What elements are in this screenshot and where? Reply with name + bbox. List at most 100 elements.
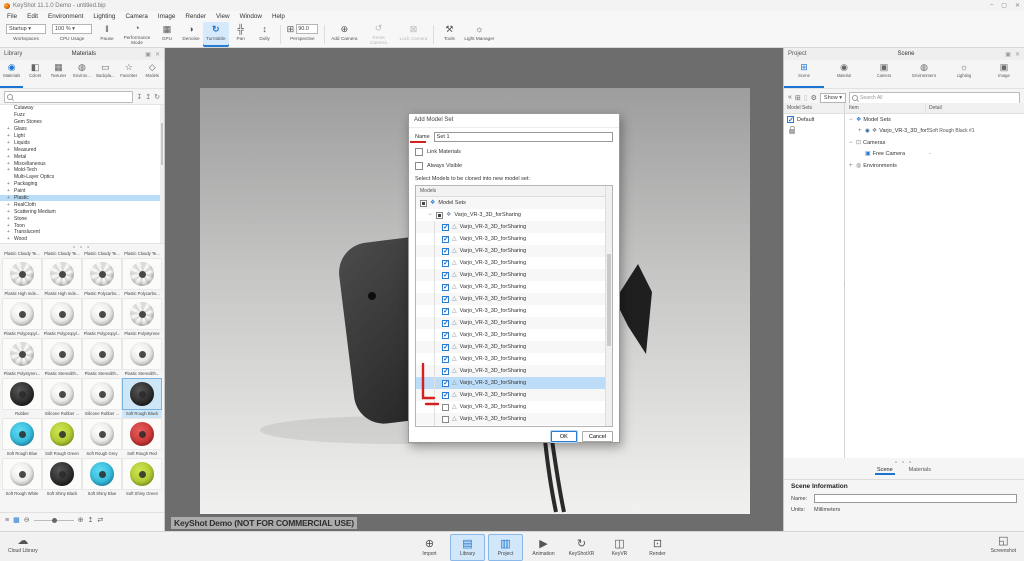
dialog-model-row[interactable]: △Varjo_VR-3_3D_forSharing (416, 305, 612, 317)
project-tab-image[interactable]: ▣Image (984, 62, 1024, 88)
library-tab-colors[interactable]: ◧Colors (23, 62, 46, 88)
expand-icon[interactable]: + (6, 181, 11, 187)
cancel-button[interactable]: Cancel (582, 431, 613, 442)
settings-gear-icon[interactable]: ⚙ (811, 94, 817, 102)
material-thumb-plastic-high-inde[interactable] (42, 258, 82, 290)
set-name-input[interactable] (434, 132, 613, 142)
checkbox[interactable] (787, 116, 794, 123)
add-model-set-icon[interactable]: ⊞ (795, 94, 801, 102)
scene-name-input[interactable] (814, 494, 1017, 503)
material-thumb-soft-rough-black[interactable] (122, 378, 162, 410)
cpu-usage-dropdown[interactable]: 100 % ▾ (52, 24, 92, 34)
checkbox[interactable] (442, 260, 449, 267)
library-category-cutaway[interactable]: Cutaway (0, 105, 164, 112)
expand-icon[interactable]: + (6, 202, 11, 208)
bottombar-keyvr[interactable]: ◫KeyVR (602, 534, 637, 561)
toolbar-performance-mode[interactable]: ◔Performance Mode (119, 22, 155, 47)
library-category-gem-stones[interactable]: Gem Stones (0, 119, 164, 126)
checkbox[interactable] (442, 320, 449, 327)
toolbar-light-manager[interactable]: ☼Light Manager (461, 22, 497, 47)
ok-button[interactable]: OK (551, 431, 577, 442)
library-category-fuzz[interactable]: Fuzz (0, 112, 164, 119)
close-panel-icon[interactable]: ✕ (155, 51, 160, 58)
library-category-wood[interactable]: +Wood (0, 236, 164, 243)
library-category-light[interactable]: +Light (0, 133, 164, 140)
library-category-liquids[interactable]: +Liquids (0, 139, 164, 146)
expand-icon[interactable]: + (6, 147, 11, 153)
scene-tree-varjo-vr-3-3d-forsharing[interactable]: +◉❖Varjo_VR-3_3D_forSharingSoft Rough Bl… (845, 126, 1024, 138)
checkbox[interactable] (415, 148, 423, 156)
dialog-model-row[interactable]: △Varjo_VR-3_3D_forSharing (416, 269, 612, 281)
material-thumb-silicone-rubber[interactable] (82, 378, 122, 410)
float-panel-icon[interactable]: ▣ (145, 51, 151, 58)
checkbox-link-materials[interactable]: Link Materials (415, 147, 613, 156)
checkbox[interactable] (442, 368, 449, 375)
scene-tree-free-camera[interactable]: ▣Free Camera- (845, 149, 1024, 161)
menu-environment[interactable]: Environment (43, 13, 88, 20)
expand-icon[interactable]: − (849, 140, 854, 146)
project-splitter-handle[interactable]: ● ● ● (784, 460, 1024, 464)
project-tab-lighting[interactable]: ☼Lighting (944, 62, 984, 88)
toolbar-gpu[interactable]: ▦GPU (155, 22, 179, 47)
subtab-scene[interactable]: Scene (875, 466, 895, 475)
expand-icon[interactable]: + (6, 209, 11, 215)
expand-icon[interactable]: + (6, 223, 11, 229)
dialog-model-row[interactable]: △Varjo_VR-3_3D_forSharing (416, 233, 612, 245)
checkbox-always-visible[interactable]: Always Visible (415, 161, 613, 170)
bottombar-project[interactable]: ▥Project (488, 534, 523, 561)
menu-camera[interactable]: Camera (120, 13, 152, 20)
material-thumb-plastic-polystyren[interactable] (2, 338, 42, 370)
library-tab-favorites[interactable]: ☆Favorites (117, 62, 140, 88)
zoom-out-icon[interactable]: ⊖ (24, 516, 30, 524)
expand-icon[interactable]: + (6, 133, 11, 139)
cloud-library-button[interactable]: ☁ Cloud Library (8, 535, 38, 554)
library-category-toon[interactable]: +Toon (0, 222, 164, 229)
menu-view[interactable]: View (211, 13, 235, 20)
material-thumb-plastic-high-inde[interactable] (2, 258, 42, 290)
menu-image[interactable]: Image (153, 13, 181, 20)
expand-icon[interactable]: + (6, 229, 11, 235)
project-tab-environment[interactable]: ◍Environment (904, 62, 944, 88)
subpanel-splitter-handle[interactable]: ⋮ (842, 281, 847, 287)
minimize-button[interactable]: – (990, 2, 993, 9)
dialog-model-row[interactable]: △Varjo_VR-3_3D_forSharing (416, 257, 612, 269)
expand-icon[interactable]: + (6, 216, 11, 222)
menu-window[interactable]: Window (235, 13, 267, 20)
dialog-model-row[interactable]: △Varjo_VR-3_3D_forSharing (416, 245, 612, 257)
menu-edit[interactable]: Edit (22, 13, 43, 20)
material-thumb-plastic-polypropyl[interactable] (2, 298, 42, 330)
material-thumb-plastic-polystyrene[interactable] (122, 298, 162, 330)
material-thumb-plastic-polycarbo[interactable] (122, 258, 162, 290)
zoom-in-icon[interactable]: ⊕ (78, 516, 84, 524)
checkbox[interactable] (420, 200, 427, 207)
menu-help[interactable]: Help (267, 13, 290, 20)
toolbar-pause[interactable]: ‖Pause (95, 22, 119, 47)
checkbox[interactable] (442, 272, 449, 279)
toolbar-dolly[interactable]: ↕Dolly (253, 22, 277, 47)
dialog-model-row[interactable]: △Varjo_VR-3_3D_forSharing (416, 413, 612, 425)
refresh-library-icon[interactable]: ↻ (154, 93, 160, 101)
material-thumb-soft-rough-green[interactable] (42, 418, 82, 450)
library-category-stone[interactable]: +Stone (0, 215, 164, 222)
library-category-miscellaneous[interactable]: +Miscellaneous (0, 160, 164, 167)
dialog-model-row[interactable]: △Varjo_VR-3_3D_forSharing (416, 401, 612, 413)
sync-icon[interactable]: ⇄ (97, 516, 103, 524)
expand-icon[interactable]: + (6, 188, 11, 194)
library-category-translucent[interactable]: +Translucent (0, 229, 164, 236)
material-thumb-plastic-polypropyl[interactable] (42, 298, 82, 330)
dialog-model-row[interactable]: △Varjo_VR-3_3D_forSharing (416, 221, 612, 233)
library-category-scattering-medium[interactable]: +Scattering Medium (0, 208, 164, 215)
material-thumb-silicone-rubber[interactable] (42, 378, 82, 410)
checkbox[interactable] (442, 236, 449, 243)
library-category-mold-tech[interactable]: +Mold-Tech (0, 167, 164, 174)
menu-lighting[interactable]: Lighting (88, 13, 120, 20)
list-view-icon[interactable]: ≡ (5, 517, 9, 524)
import-material-icon[interactable]: ↧ (136, 93, 142, 101)
library-category-plastic[interactable]: +Plastic (0, 195, 164, 202)
library-tab-environ[interactable]: ◍Environ... (70, 62, 93, 88)
visibility-eye-icon[interactable]: ◉ (865, 128, 870, 134)
menu-render[interactable]: Render (180, 13, 211, 20)
toolbar-tools[interactable]: ⚒Tools (437, 22, 461, 47)
float-panel-icon[interactable]: ▣ (1005, 51, 1011, 58)
expand-icon[interactable]: + (858, 128, 863, 134)
